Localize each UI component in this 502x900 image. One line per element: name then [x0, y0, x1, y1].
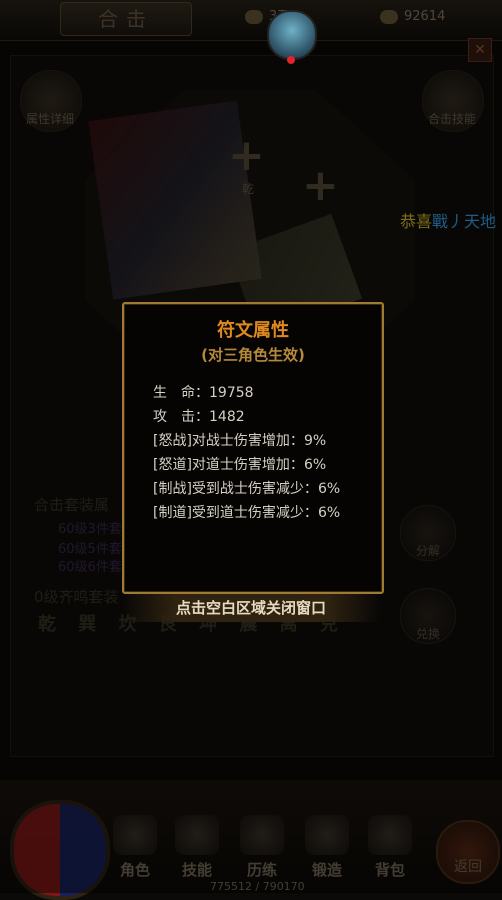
stat-row-attack: 攻 击：1482 — [153, 409, 245, 425]
rune-attribute-popup: 符文属性 (对三角色生效) 生 命：19758 攻 击：1482 [怒战]对战士… — [122, 302, 384, 594]
stat-row-def-warrior: [制战]受到战士伤害减少：6% — [153, 481, 341, 497]
notification-dot — [287, 56, 295, 64]
player-avatar[interactable] — [267, 10, 317, 64]
popup-title: 符文属性 — [217, 320, 289, 341]
stat-row-hp: 生 命：19758 — [153, 385, 254, 401]
stat-row-vs-taoist: [怒道]对道士伤害增加：6% — [153, 457, 327, 473]
close-hint: 点击空白区域关闭窗口 — [122, 594, 380, 622]
stat-row-def-taoist: [制道]受到道士伤害减少：6% — [153, 505, 341, 521]
popup-subtitle: (对三角色生效) — [201, 346, 305, 364]
stat-row-vs-warrior: [怒战]对战士伤害增加：9% — [153, 433, 327, 449]
